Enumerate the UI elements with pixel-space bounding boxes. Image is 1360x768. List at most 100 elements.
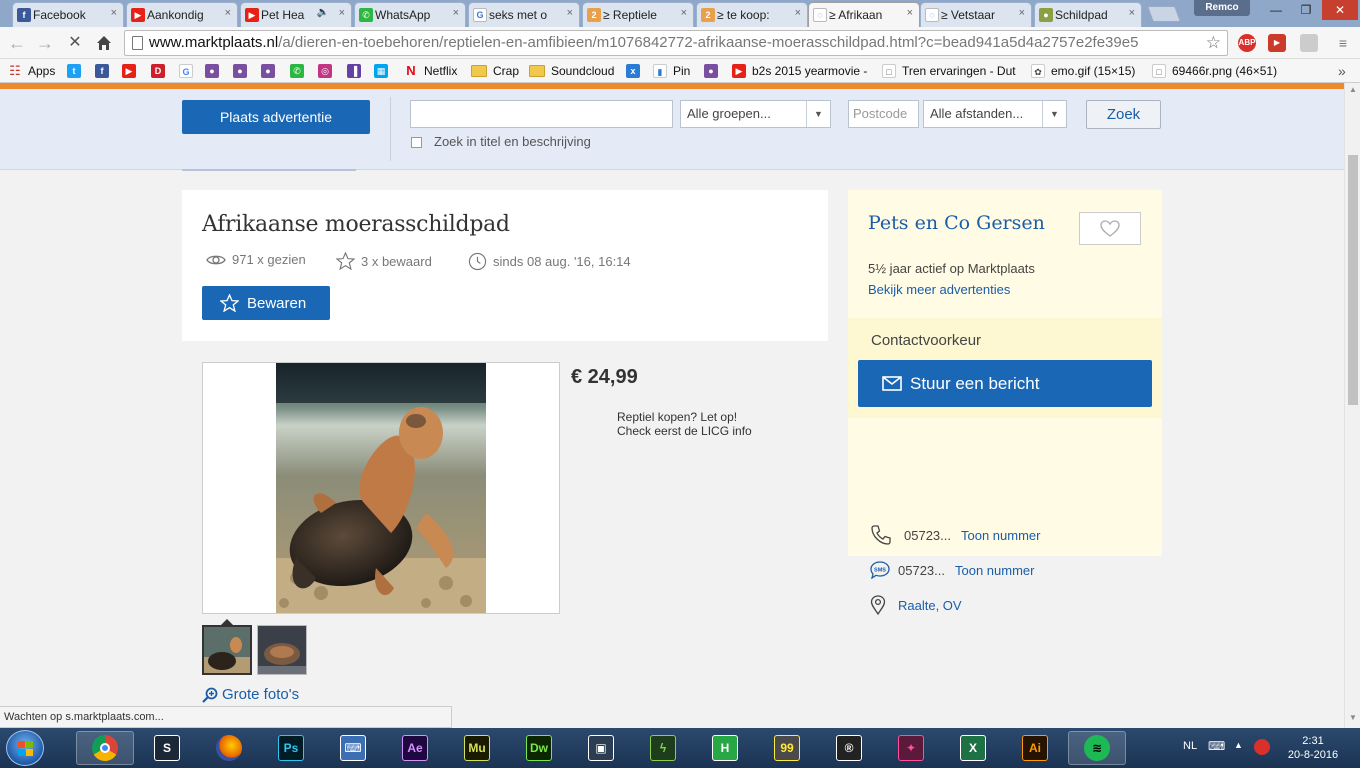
bookmark-star-icon[interactable]: ☆: [1201, 31, 1221, 55]
profile-button[interactable]: Remco: [1194, 0, 1250, 16]
close-tab-icon[interactable]: ×: [339, 7, 345, 19]
bookmark[interactable]: D: [151, 62, 171, 80]
search-input[interactable]: [410, 100, 673, 128]
show-phone-link[interactable]: Toon nummer: [961, 528, 1040, 543]
close-tab-icon[interactable]: ×: [111, 7, 117, 19]
close-tab-icon[interactable]: ×: [1019, 7, 1025, 19]
bookmark[interactable]: f: [95, 62, 115, 80]
browser-tab[interactable]: ◌ ≥ Afrikaan ×: [808, 2, 920, 27]
browser-tab[interactable]: 2 ≥ Reptiele ×: [582, 2, 694, 27]
bookmark[interactable]: ●: [205, 62, 225, 80]
close-tab-icon[interactable]: ×: [567, 7, 573, 19]
licg-note-line2[interactable]: Check eerst de LICG info: [617, 424, 752, 438]
minimize-button[interactable]: —: [1262, 0, 1290, 20]
bookmark[interactable]: Soundcloud: [529, 62, 614, 80]
tray-app-icon[interactable]: [1254, 739, 1270, 755]
bookmark[interactable]: ●: [704, 62, 724, 80]
bookmark[interactable]: ●: [261, 62, 281, 80]
close-tab-icon[interactable]: ×: [681, 7, 687, 19]
keyboard-tray-icon[interactable]: ⌨: [1208, 739, 1225, 753]
browser-tab[interactable]: ▶ Aankondig ×: [126, 2, 238, 27]
more-bookmarks-icon[interactable]: »: [1338, 62, 1346, 80]
illustrator-taskbar-icon[interactable]: Ai: [1006, 731, 1064, 765]
tray-expand-icon[interactable]: ▲: [1234, 740, 1243, 750]
scroll-up-icon[interactable]: ▲: [1349, 85, 1357, 94]
big-photos-link[interactable]: Grote foto's: [202, 686, 299, 703]
forward-button[interactable]: →: [34, 33, 56, 53]
close-tab-icon[interactable]: ×: [225, 7, 231, 19]
browser-tab[interactable]: f Facebook ×: [12, 2, 124, 27]
search-button[interactable]: Zoek: [1086, 100, 1161, 129]
distance-select[interactable]: Alle afstanden... ▼: [923, 100, 1067, 128]
thumbnail-2[interactable]: [257, 625, 307, 675]
dreamweaver-taskbar-icon[interactable]: Dw: [510, 731, 568, 765]
turtle-photo[interactable]: [276, 363, 486, 613]
scroll-down-icon[interactable]: ▼: [1349, 713, 1357, 722]
close-tab-icon[interactable]: ×: [907, 7, 913, 19]
address-bar[interactable]: www.marktplaats.nl/a/dieren-en-toebehore…: [124, 30, 1228, 56]
new-tab-button[interactable]: [1147, 6, 1181, 22]
show-sms-link[interactable]: Toon nummer: [955, 563, 1034, 578]
bookmark[interactable]: N Netflix: [404, 62, 457, 80]
bookmark[interactable]: ✿ emo.gif (15×15): [1031, 62, 1135, 80]
chrome-taskbar-icon[interactable]: [76, 731, 134, 765]
thumbnail-1[interactable]: [202, 625, 252, 675]
title-description-checkbox[interactable]: [411, 137, 422, 148]
system-clock[interactable]: 2:31 20-8-2016: [1283, 734, 1343, 762]
close-tab-icon[interactable]: ×: [1129, 7, 1135, 19]
keyboard-taskbar-icon[interactable]: ⌨: [324, 731, 382, 765]
game-taskbar-icon[interactable]: ✦: [882, 731, 940, 765]
bookmark[interactable]: ▮ Pin: [653, 62, 690, 80]
language-indicator[interactable]: NL: [1183, 740, 1197, 752]
muse-taskbar-icon[interactable]: Mu: [448, 731, 506, 765]
excel-taskbar-icon[interactable]: X: [944, 731, 1002, 765]
bookmark[interactable]: ▐: [347, 62, 367, 80]
close-tab-icon[interactable]: ×: [795, 7, 801, 19]
bookmark[interactable]: Crap: [471, 62, 519, 80]
favorite-seller-button[interactable]: [1079, 212, 1141, 245]
bookmark[interactable]: □ Tren ervaringen - Dut: [882, 62, 1016, 80]
browser-tab[interactable]: ◌ ≥ Vetstaar ×: [920, 2, 1032, 27]
vertical-scrollbar[interactable]: ▲ ▼: [1344, 83, 1360, 728]
adblock-plus-icon[interactable]: ABP: [1238, 34, 1256, 52]
bookmark[interactable]: ☷ Apps: [8, 62, 55, 80]
bookmark[interactable]: G: [179, 62, 199, 80]
photoshop-taskbar-icon[interactable]: Ps: [262, 731, 320, 765]
movie-maker-taskbar-icon[interactable]: ▣: [572, 731, 630, 765]
after-effects-taskbar-icon[interactable]: Ae: [386, 731, 444, 765]
browser-tab[interactable]: ● Schildpad ×: [1034, 2, 1142, 27]
audio-playing-icon[interactable]: 🔈: [317, 7, 329, 18]
bookmark[interactable]: ◎: [318, 62, 338, 80]
start-button[interactable]: [6, 730, 44, 766]
browser-tab[interactable]: ▶ Pet Hea 🔈 ×: [240, 2, 352, 27]
bookmark[interactable]: ▶: [122, 62, 142, 80]
bookmark[interactable]: ▶ b2s 2015 yearmovie -: [732, 62, 867, 80]
maximize-button[interactable]: ❐: [1292, 0, 1320, 20]
bookmark[interactable]: x: [626, 62, 646, 80]
more-ads-link[interactable]: Bekijk meer advertenties: [868, 282, 1010, 297]
home-icon[interactable]: [93, 33, 115, 53]
group-select[interactable]: Alle groepen... ▼: [680, 100, 831, 128]
postcode-input[interactable]: Postcode: [848, 100, 919, 128]
hma-taskbar-icon[interactable]: H: [696, 731, 754, 765]
bookmark[interactable]: ▦: [374, 62, 394, 80]
seller-location[interactable]: Raalte, OV: [898, 598, 962, 613]
back-button[interactable]: ←: [6, 33, 28, 53]
send-message-button[interactable]: Stuur een bericht: [858, 360, 1152, 407]
monitor-taskbar-icon[interactable]: 99: [758, 731, 816, 765]
extension-icon[interactable]: [1300, 34, 1318, 52]
bookmark[interactable]: ●: [233, 62, 253, 80]
steam-taskbar-icon[interactable]: S: [138, 731, 196, 765]
youtube-extension-icon[interactable]: ▶: [1268, 34, 1286, 52]
main-photo-frame[interactable]: [202, 362, 560, 614]
bookmark[interactable]: □ 69466r.png (46×51): [1152, 62, 1277, 80]
bookmark[interactable]: ✆: [290, 62, 310, 80]
save-button[interactable]: Bewaren: [202, 286, 330, 320]
bookmark[interactable]: t: [67, 62, 87, 80]
close-window-button[interactable]: ✕: [1322, 0, 1358, 20]
scrollbar-thumb[interactable]: [1348, 155, 1358, 405]
fl-studio-taskbar-icon[interactable]: ϟ: [634, 731, 692, 765]
browser-tab[interactable]: Gseks met o ×: [468, 2, 580, 27]
licg-note[interactable]: Reptiel kopen? Let op! Check eerst de LI…: [617, 410, 752, 438]
place-ad-button[interactable]: Plaats advertentie: [182, 100, 370, 134]
